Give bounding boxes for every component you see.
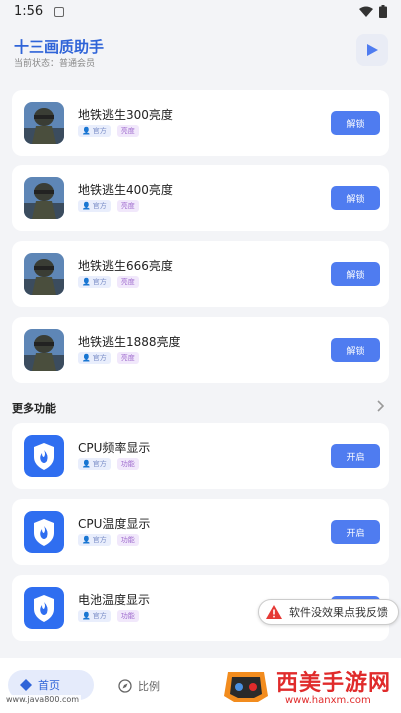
status-bar: 1:56 (0, 0, 401, 24)
user-icon: 👤 (82, 202, 91, 210)
watermark-left: www.java800.com (4, 695, 82, 704)
tag-group: 👤 官方 功能 (78, 534, 139, 546)
battery-icon (379, 5, 387, 18)
item-title: 地铁逃生400亮度 (78, 183, 173, 197)
tag-group: 👤 官方 亮度 (78, 352, 139, 364)
item-title: 地铁逃生300亮度 (78, 108, 173, 122)
item-title: CPU温度显示 (78, 517, 151, 531)
shield-fire-icon (24, 511, 64, 553)
official-tag: 👤 官方 (78, 610, 111, 622)
tag-label: 官方 (92, 460, 107, 468)
official-tag: 👤 官方 (78, 125, 111, 137)
chevron-right-icon[interactable] (376, 400, 384, 412)
shield-fire-icon (24, 435, 64, 477)
official-tag: 👤 官方 (78, 458, 111, 470)
category-tag: 亮度 (116, 200, 139, 212)
list-item: 地铁逃生666亮度 👤 官方 亮度 解锁 (12, 241, 389, 307)
list-item: CPU温度显示 👤 官方 功能 开启 (12, 499, 389, 565)
tag-group: 👤 官方 功能 (78, 458, 139, 470)
official-tag: 👤 官方 (78, 352, 111, 364)
user-icon: 👤 (82, 278, 91, 286)
tag-label: 官方 (92, 354, 107, 362)
tag-label: 官方 (92, 127, 107, 135)
tag-group: 👤 官方 功能 (78, 610, 139, 622)
item-title: 电池温度显示 (78, 593, 151, 607)
item-title: 地铁逃生1888亮度 (78, 335, 181, 349)
official-tag: 👤 官方 (78, 276, 111, 288)
unlock-button[interactable]: 解锁 (331, 186, 380, 210)
unlock-button[interactable]: 解锁 (331, 262, 380, 286)
status-time: 1:56 (14, 4, 44, 19)
play-button[interactable] (356, 34, 388, 66)
user-icon: 👤 (82, 612, 91, 620)
nav-ratio-label: 比例 (138, 680, 160, 693)
feedback-toast[interactable]: 软件没效果点我反馈 (258, 599, 399, 625)
status-icons (359, 5, 387, 18)
tag-group: 👤 官方 亮度 (78, 200, 139, 212)
nav-home-label: 首页 (38, 679, 60, 692)
gamepad-logo-icon (224, 672, 268, 702)
tag-label: 官方 (92, 536, 107, 544)
tag-label: 官方 (92, 278, 107, 286)
game-icon (24, 177, 64, 219)
app-title: 十三画质助手 (14, 38, 105, 56)
game-icon (24, 102, 64, 144)
warning-icon (266, 605, 282, 619)
user-icon: 👤 (82, 127, 91, 135)
category-tag: 功能 (116, 610, 139, 622)
watermark-url: www.hanxm.com (285, 695, 371, 706)
item-title: 地铁逃生666亮度 (78, 259, 173, 273)
list-item: 地铁逃生1888亮度 👤 官方 亮度 解锁 (12, 317, 389, 383)
game-icon (24, 253, 64, 295)
tag-label: 官方 (92, 612, 107, 620)
category-tag: 功能 (116, 458, 139, 470)
user-icon: 👤 (82, 536, 91, 544)
compass-icon (118, 679, 132, 693)
play-icon (367, 44, 378, 56)
app-header: 十三画质助手 当前状态：普通会员 (0, 24, 401, 84)
tag-label: 官方 (92, 202, 107, 210)
watermark-brand: 西美手游网 (276, 671, 392, 696)
game-icon (24, 329, 64, 371)
official-tag: 👤 官方 (78, 200, 111, 212)
category-tag: 亮度 (116, 125, 139, 137)
nav-ratio[interactable]: 比例 (118, 678, 160, 694)
category-tag: 亮度 (116, 276, 139, 288)
tag-group: 👤 官方 亮度 (78, 125, 139, 137)
category-tag: 亮度 (116, 352, 139, 364)
user-icon: 👤 (82, 354, 91, 362)
enable-button[interactable]: 开启 (331, 520, 380, 544)
unlock-button[interactable]: 解锁 (331, 338, 380, 362)
list-item: 地铁逃生300亮度 👤 官方 亮度 解锁 (12, 90, 389, 156)
section-title: 更多功能 (12, 402, 56, 415)
list-item: CPU频率显示 👤 官方 功能 开启 (12, 423, 389, 489)
user-icon: 👤 (82, 460, 91, 468)
official-tag: 👤 官方 (78, 534, 111, 546)
tag-group: 👤 官方 亮度 (78, 276, 139, 288)
home-icon (20, 679, 32, 691)
enable-button[interactable]: 开启 (331, 444, 380, 468)
unlock-button[interactable]: 解锁 (331, 111, 380, 135)
sim-icon (54, 7, 64, 17)
shield-fire-icon (24, 587, 64, 629)
wifi-icon (359, 6, 373, 17)
category-tag: 功能 (116, 534, 139, 546)
toast-text: 软件没效果点我反馈 (289, 606, 388, 619)
list-item: 地铁逃生400亮度 👤 官方 亮度 解锁 (12, 165, 389, 231)
item-title: CPU频率显示 (78, 441, 151, 455)
membership-status: 当前状态：普通会员 (14, 59, 96, 69)
